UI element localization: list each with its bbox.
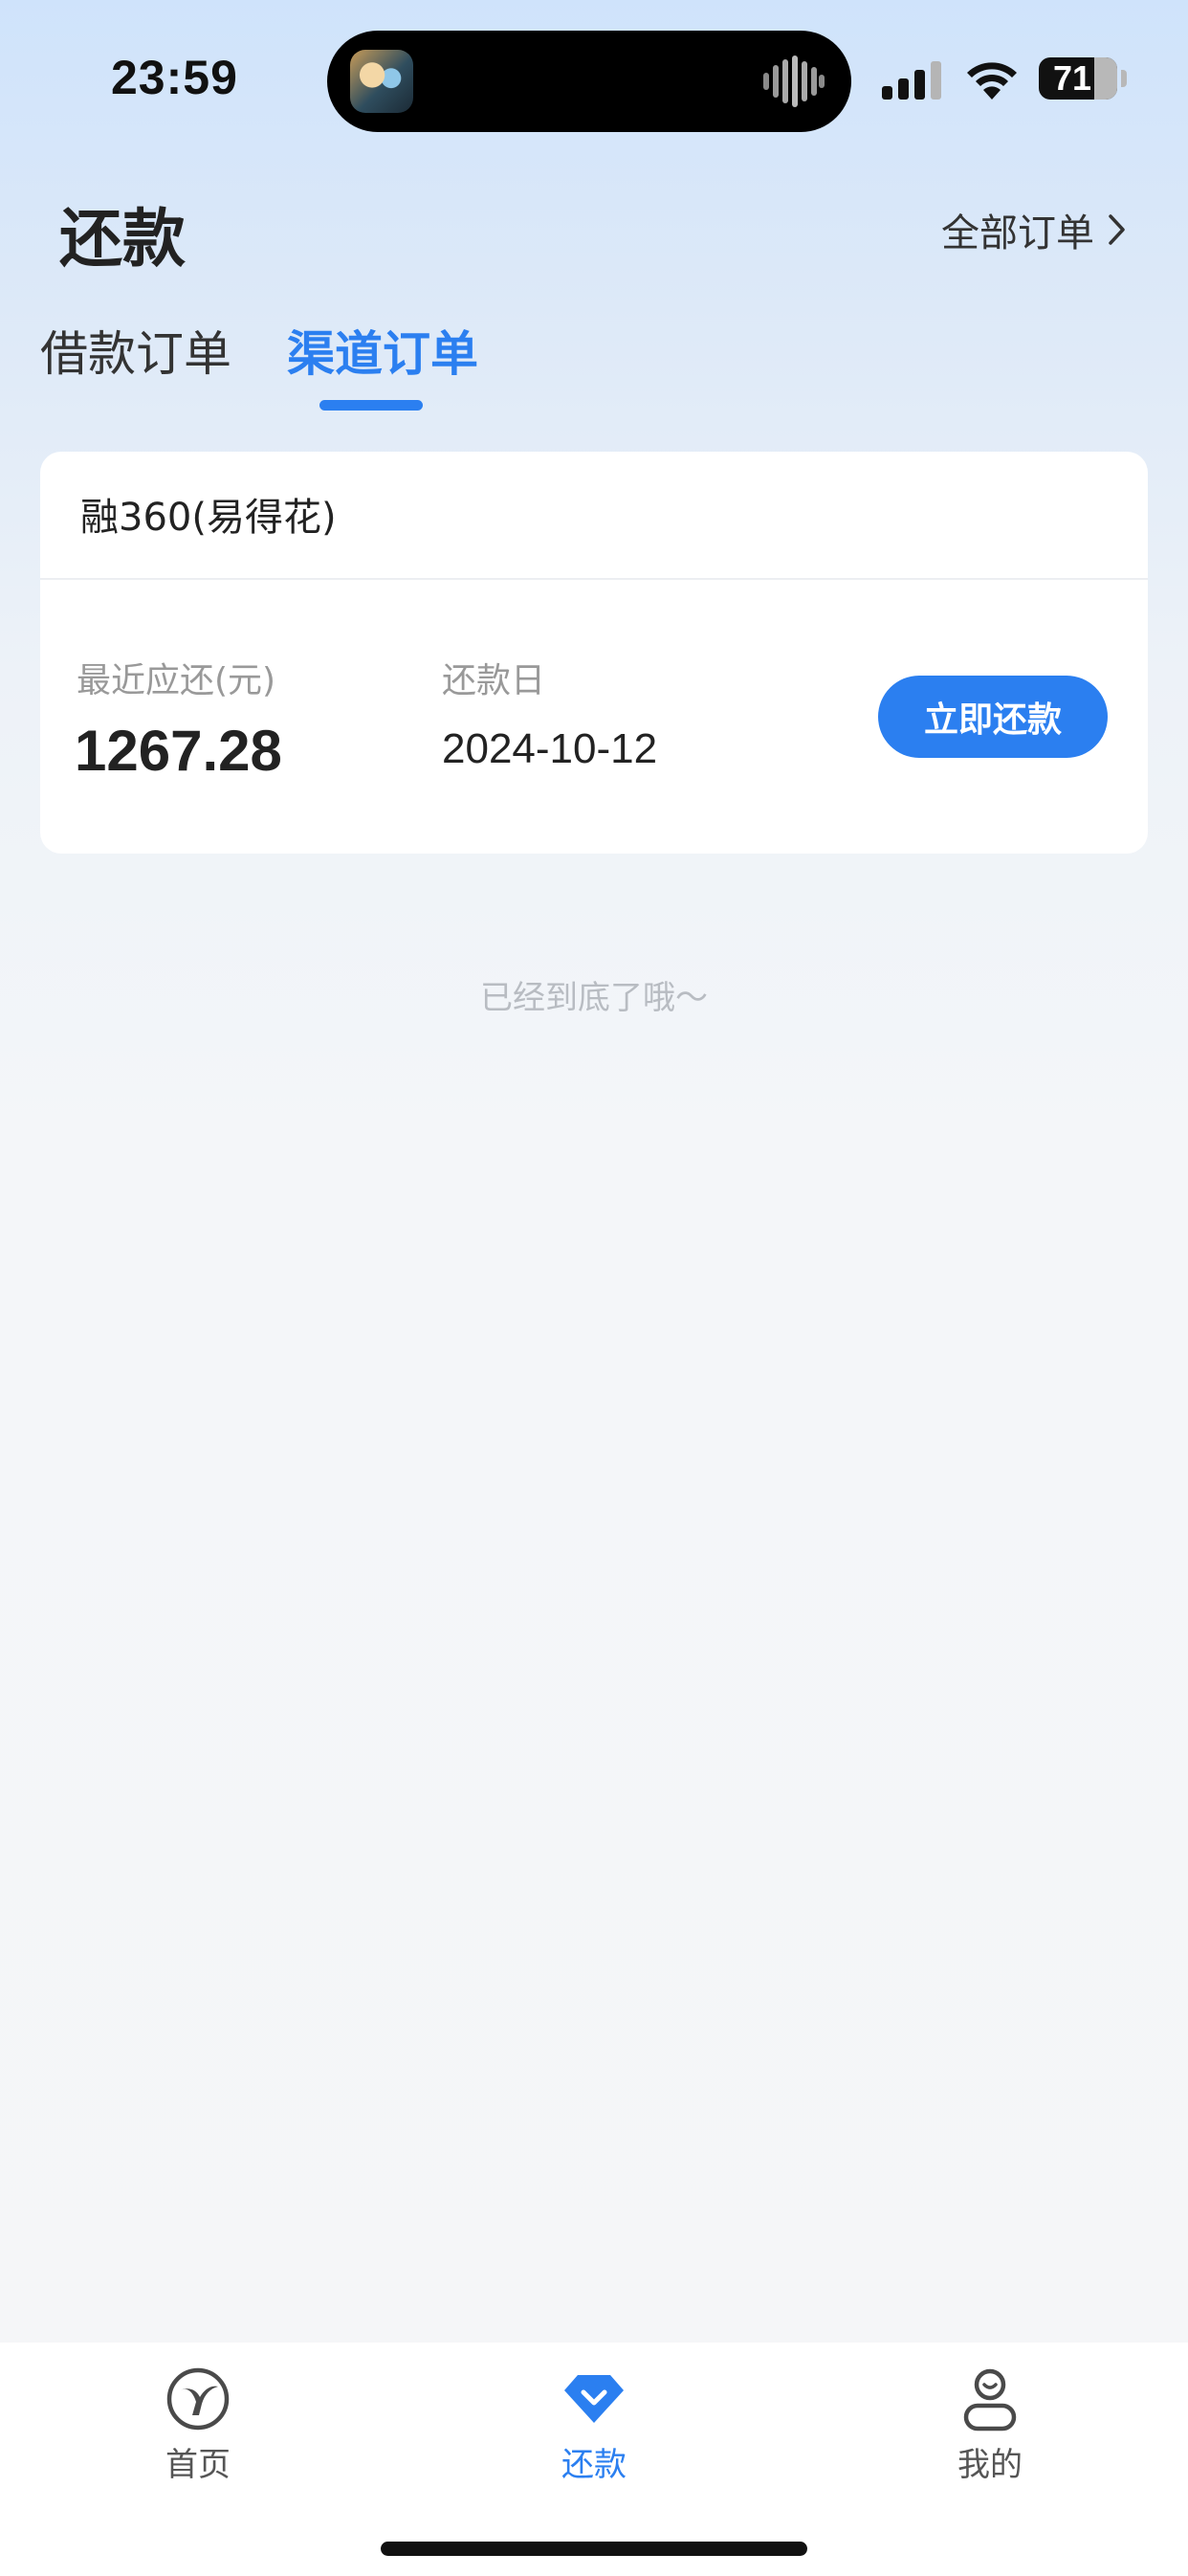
home-logo-icon — [166, 2367, 230, 2431]
order-card-title: 融360(易得花) — [80, 496, 337, 540]
repay-diamond-icon — [564, 2375, 624, 2423]
amount-value: 1267.28 — [75, 719, 282, 783]
repay-now-button[interactable]: 立即还款 — [878, 676, 1108, 758]
status-time: 23:59 — [111, 51, 238, 104]
now-playing-artwork — [350, 50, 413, 113]
tab-bar-label-mine: 我的 — [957, 2446, 1023, 2484]
status-bar: 23:59 71 — [0, 0, 1188, 163]
tab-bar-label-repay: 还款 — [561, 2446, 627, 2484]
battery-cap — [1121, 70, 1127, 87]
profile-icon — [963, 2368, 1017, 2432]
cellular-signal-icon — [882, 61, 941, 100]
list-end-hint: 已经到底了哦～ — [480, 979, 708, 1017]
active-tab-indicator — [319, 400, 423, 411]
due-date-value: 2024-10-12 — [442, 725, 658, 772]
divider — [40, 578, 1148, 580]
dynamic-island — [327, 31, 851, 132]
battery-icon: 71 — [1039, 57, 1117, 100]
chevron-right-icon — [1109, 214, 1125, 245]
all-orders-link[interactable]: 全部订单 — [941, 203, 1127, 256]
page-title: 还款 — [59, 202, 186, 276]
tab-bar-item-repay[interactable]: 还款 — [498, 2362, 690, 2515]
order-card: 融360(易得花) 最近应还(元) 还款日 1267.28 2024-10-12… — [40, 452, 1148, 854]
wifi-icon — [967, 62, 1017, 100]
tab-bar-item-home[interactable]: 首页 — [102, 2362, 294, 2515]
tab-channel-orders[interactable]: 渠道订单 — [287, 316, 478, 385]
tab-bar-label-home: 首页 — [165, 2446, 231, 2484]
amount-label: 最近应还(元) — [77, 661, 276, 700]
battery-percentage: 71 — [1052, 58, 1092, 98]
all-orders-label: 全部订单 — [941, 211, 1094, 255]
due-date-label: 还款日 — [442, 661, 546, 700]
tab-bar-item-mine[interactable]: 我的 — [894, 2362, 1086, 2515]
home-indicator — [381, 2542, 807, 2556]
tab-loan-orders[interactable]: 借款订单 — [40, 316, 231, 385]
audio-waveform-icon — [763, 56, 825, 107]
